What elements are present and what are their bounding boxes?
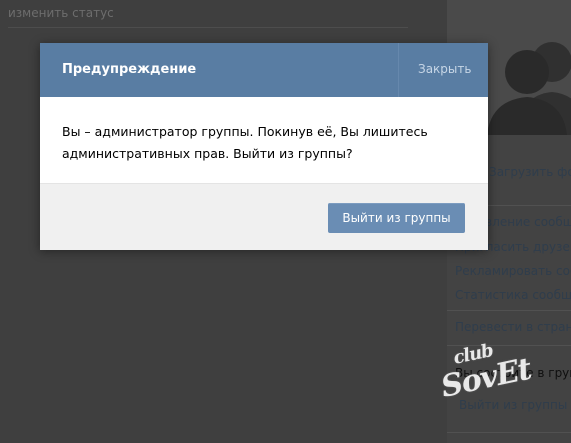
divider (398, 43, 399, 97)
close-button[interactable]: Закрыть (418, 62, 471, 76)
divider (447, 432, 571, 433)
leave-group-link[interactable]: Выйти из группы (459, 398, 567, 412)
leave-group-button[interactable]: Выйти из группы (328, 203, 465, 233)
divider (447, 310, 571, 311)
advertise-community-link[interactable]: Рекламировать соо (455, 264, 571, 278)
dialog-title: Предупреждение (62, 62, 197, 77)
dialog-header: Предупреждение Закрыть (40, 43, 488, 97)
warning-dialog: Предупреждение Закрыть Вы – администрато… (40, 43, 488, 250)
status-placeholder: изменить статус (8, 6, 114, 20)
divider (8, 27, 408, 28)
community-stats-link[interactable]: Статистика сообще (455, 288, 571, 302)
convert-to-page-link[interactable]: Перевести в стран (455, 320, 571, 334)
upload-photo-link[interactable]: Загрузить фото (489, 165, 571, 179)
dialog-message: Вы – администратор группы. Покинув её, В… (62, 124, 428, 161)
dialog-footer: Выйти из группы (40, 183, 488, 250)
